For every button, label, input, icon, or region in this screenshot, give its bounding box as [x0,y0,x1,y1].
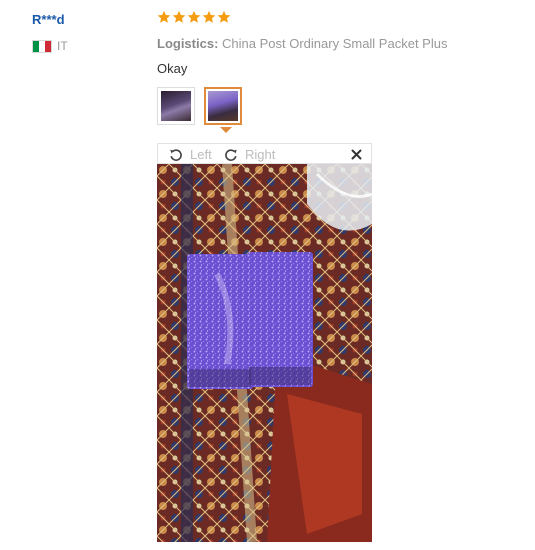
rotate-left-button[interactable]: Left [168,144,212,165]
logistics-label: Logistics: [157,36,219,51]
flag-icon [32,40,52,53]
review-photo [157,164,372,542]
photo-thumbnail-selected[interactable] [204,87,242,125]
reviewer-name: R***d [32,12,65,27]
close-icon [351,149,362,160]
close-viewer-button[interactable] [351,144,362,165]
rotate-right-label: Right [245,147,276,162]
star-icon [217,10,231,23]
star-icon [172,10,186,23]
star-rating [157,10,231,24]
rotate-right-icon [225,148,237,161]
photo-viewer-toolbar: Left Right [157,143,372,164]
star-icon [157,10,171,23]
rotate-left-icon [170,148,182,161]
review-text: Okay [157,61,188,76]
selected-thumbnail-pointer [220,127,232,133]
logistics-value: China Post Ordinary Small Packet Plus [222,36,448,51]
star-icon [187,10,201,23]
country-code: IT [57,39,68,53]
logistics-info: Logistics: China Post Ordinary Small Pac… [157,36,447,51]
rotate-left-label: Left [190,147,212,162]
star-icon [202,10,216,23]
review-photo-image [157,164,372,542]
photo-thumbnail[interactable] [157,87,195,125]
rotate-right-button[interactable]: Right [223,144,275,165]
